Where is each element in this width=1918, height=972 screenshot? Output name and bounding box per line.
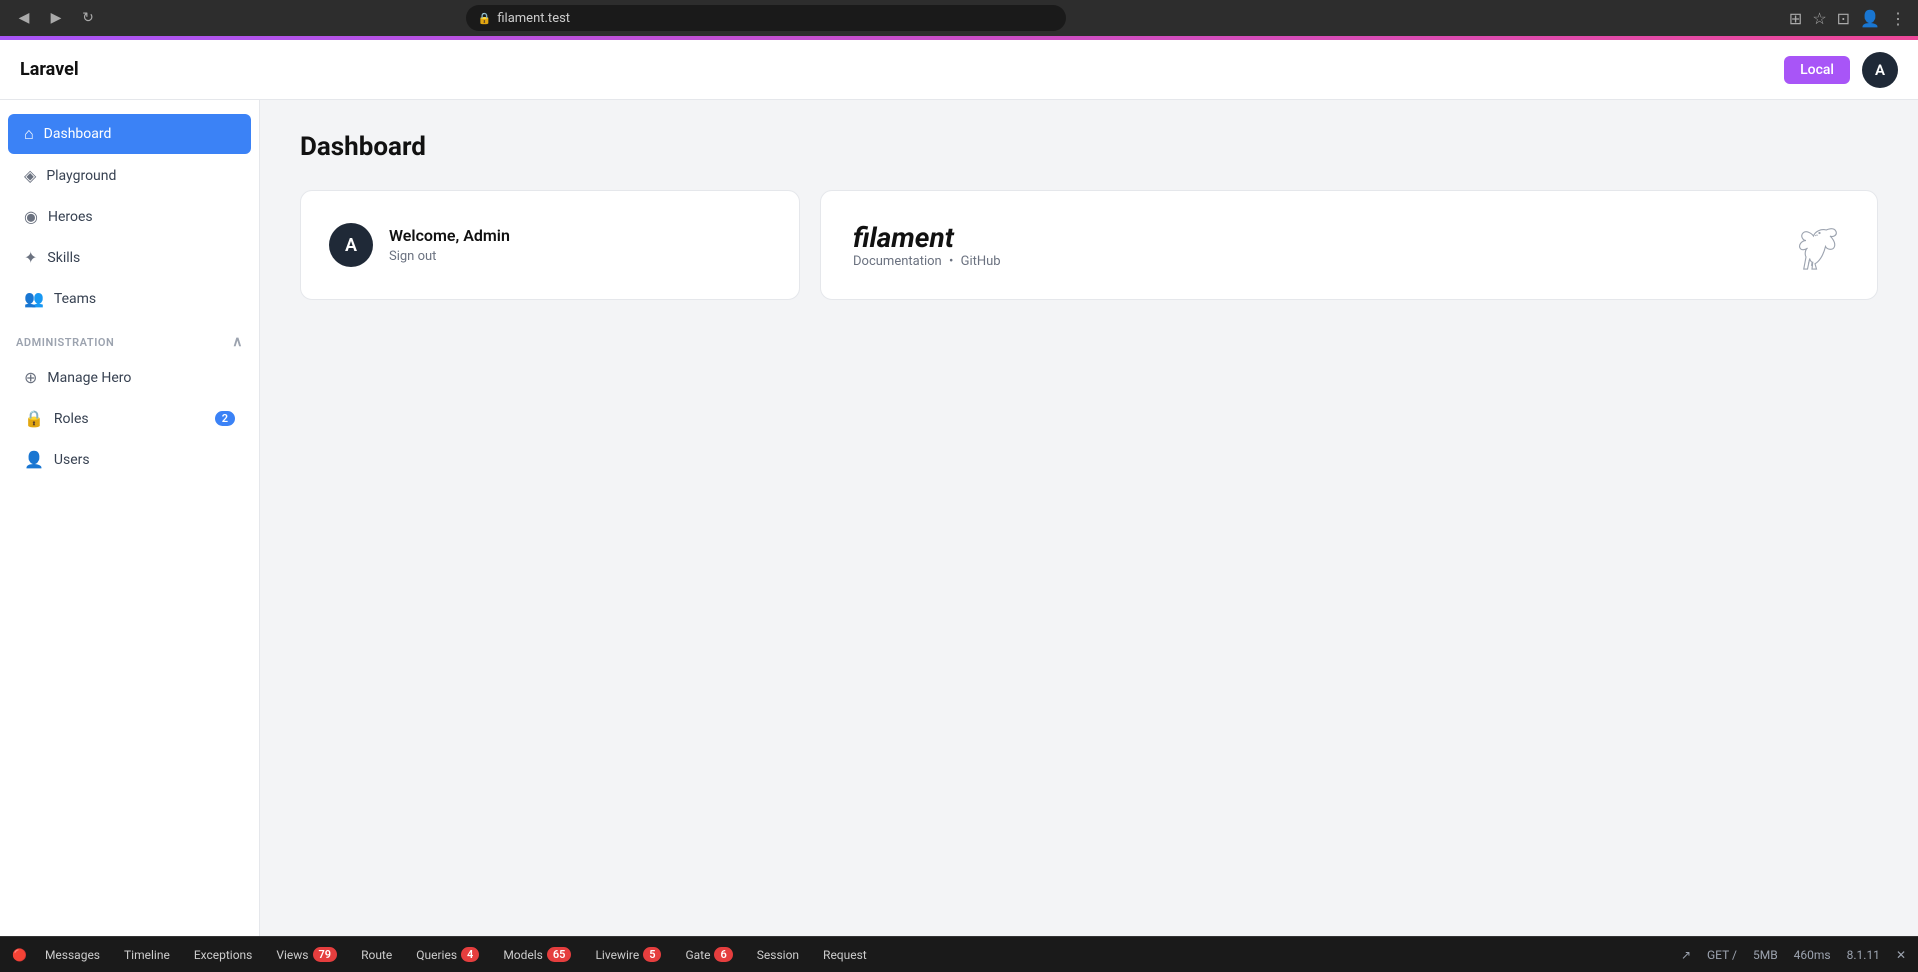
- filament-brand: filament: [853, 221, 1001, 254]
- lock-icon: 🔒: [478, 12, 492, 25]
- debug-tab-route[interactable]: Route: [351, 945, 402, 965]
- app-body: ⌂ Dashboard ◈ Playground ◉ Heroes ✦ Skil…: [0, 100, 1918, 936]
- user-avatar[interactable]: A: [1862, 52, 1898, 88]
- debug-php: 8.1.11: [1847, 948, 1880, 962]
- roles-badge: 2: [215, 411, 235, 426]
- sidebar-label-dashboard: Dashboard: [44, 126, 112, 142]
- sidebar-item-teams[interactable]: 👥 Teams: [8, 279, 251, 318]
- filament-card: filament Documentation • GitHub: [820, 190, 1878, 300]
- sidebar-item-heroes[interactable]: ◉ Heroes: [8, 197, 251, 236]
- documentation-link[interactable]: Documentation: [853, 254, 942, 269]
- debug-tab-livewire[interactable]: Livewire 5: [585, 944, 671, 965]
- sign-out-link[interactable]: Sign out: [389, 249, 436, 264]
- admin-section-header: ADMINISTRATION ∧: [0, 320, 259, 356]
- debug-tab-request[interactable]: Request: [813, 945, 877, 965]
- header-right: Local A: [1784, 52, 1898, 88]
- filament-brand-section: filament Documentation • GitHub: [853, 221, 1001, 269]
- debug-tab-gate[interactable]: Gate 6: [675, 944, 742, 965]
- debug-arrow-icon: ↗: [1681, 948, 1691, 962]
- debug-bar: 🔴 Messages Timeline Exceptions Views 79 …: [0, 936, 1918, 972]
- manage-hero-icon: ⊕: [24, 368, 37, 387]
- address-bar[interactable]: 🔒 filament.test: [466, 5, 1066, 31]
- profile-icon[interactable]: 👤: [1860, 9, 1880, 28]
- teams-icon: 👥: [24, 289, 44, 308]
- livewire-badge: 5: [643, 947, 661, 962]
- star-icon[interactable]: ☆: [1812, 9, 1826, 28]
- sidebar-label-heroes: Heroes: [48, 209, 93, 225]
- gate-badge: 6: [714, 947, 732, 962]
- sidebar-label-manage-hero: Manage Hero: [47, 370, 131, 386]
- forward-button[interactable]: ▶: [44, 6, 68, 30]
- sidebar-label-teams: Teams: [54, 291, 96, 307]
- debug-tab-models[interactable]: Models 65: [493, 944, 581, 965]
- github-link[interactable]: GitHub: [961, 254, 1001, 269]
- sidebar-item-users[interactable]: 👤 Users: [8, 440, 251, 479]
- page-title: Dashboard: [300, 132, 1878, 162]
- debug-tab-exceptions[interactable]: Exceptions: [184, 945, 263, 965]
- welcome-avatar: A: [329, 223, 373, 267]
- app-header: Laravel Local A: [0, 40, 1918, 100]
- browser-chrome: ◀ ▶ ↻ 🔒 filament.test ⊞ ☆ ⊡ 👤 ⋮: [0, 0, 1918, 36]
- debug-tab-session[interactable]: Session: [747, 945, 809, 965]
- heroes-icon: ◉: [24, 207, 38, 226]
- collapse-icon[interactable]: ∧: [232, 334, 243, 350]
- welcome-heading: Welcome, Admin: [389, 226, 510, 245]
- users-icon: 👤: [24, 450, 44, 469]
- sidebar-label-users: Users: [54, 452, 90, 468]
- home-icon: ⌂: [24, 124, 34, 144]
- debug-time: 460ms: [1794, 948, 1831, 962]
- debug-right: ↗ GET / 5MB 460ms 8.1.11 ✕: [1681, 948, 1906, 962]
- menu-icon[interactable]: ⋮: [1890, 9, 1906, 28]
- sidebar-item-roles[interactable]: 🔒 Roles 2: [8, 399, 251, 438]
- back-button[interactable]: ◀: [12, 6, 36, 30]
- sidebar-item-playground[interactable]: ◈ Playground: [8, 156, 251, 195]
- debug-method: GET /: [1707, 948, 1737, 962]
- sidebar-item-dashboard[interactable]: ⌂ Dashboard: [8, 114, 251, 154]
- local-badge[interactable]: Local: [1784, 56, 1850, 84]
- raptor-illustration: [1785, 215, 1845, 275]
- skills-icon: ✦: [24, 248, 37, 267]
- separator: •: [949, 254, 953, 269]
- roles-icon: 🔒: [24, 409, 44, 428]
- views-badge: 79: [313, 947, 338, 962]
- debug-tab-views[interactable]: Views 79: [266, 944, 347, 965]
- sidebar-item-skills[interactable]: ✦ Skills: [8, 238, 251, 277]
- welcome-text: Welcome, Admin Sign out: [389, 226, 510, 264]
- apps-icon[interactable]: ⊞: [1789, 9, 1802, 28]
- playground-icon: ◈: [24, 166, 36, 185]
- main-content: Dashboard A Welcome, Admin Sign out fila…: [260, 100, 1918, 936]
- sidebar-item-manage-hero[interactable]: ⊕ Manage Hero: [8, 358, 251, 397]
- app-logo: Laravel: [20, 59, 79, 80]
- debug-laravel-icon: 🔴: [12, 948, 27, 962]
- debug-tab-queries[interactable]: Queries 4: [406, 944, 489, 965]
- cards-row: A Welcome, Admin Sign out filament Docum…: [300, 190, 1878, 300]
- debug-tab-messages[interactable]: Messages: [35, 945, 110, 965]
- sidebar: ⌂ Dashboard ◈ Playground ◉ Heroes ✦ Skil…: [0, 100, 260, 936]
- models-badge: 65: [547, 947, 572, 962]
- sidebar-label-roles: Roles: [54, 411, 89, 427]
- extensions-icon[interactable]: ⊡: [1837, 9, 1850, 28]
- debug-tab-timeline[interactable]: Timeline: [114, 945, 180, 965]
- filament-links: Documentation • GitHub: [853, 254, 1001, 269]
- debug-close[interactable]: ✕: [1896, 948, 1906, 962]
- debug-memory: 5MB: [1753, 948, 1778, 962]
- sidebar-label-skills: Skills: [47, 250, 80, 266]
- welcome-card: A Welcome, Admin Sign out: [300, 190, 800, 300]
- url-text: filament.test: [497, 11, 570, 26]
- refresh-button[interactable]: ↻: [76, 6, 100, 30]
- queries-badge: 4: [461, 947, 479, 962]
- sidebar-label-playground: Playground: [46, 168, 116, 184]
- browser-toolbar: ⊞ ☆ ⊡ 👤 ⋮: [1789, 9, 1906, 28]
